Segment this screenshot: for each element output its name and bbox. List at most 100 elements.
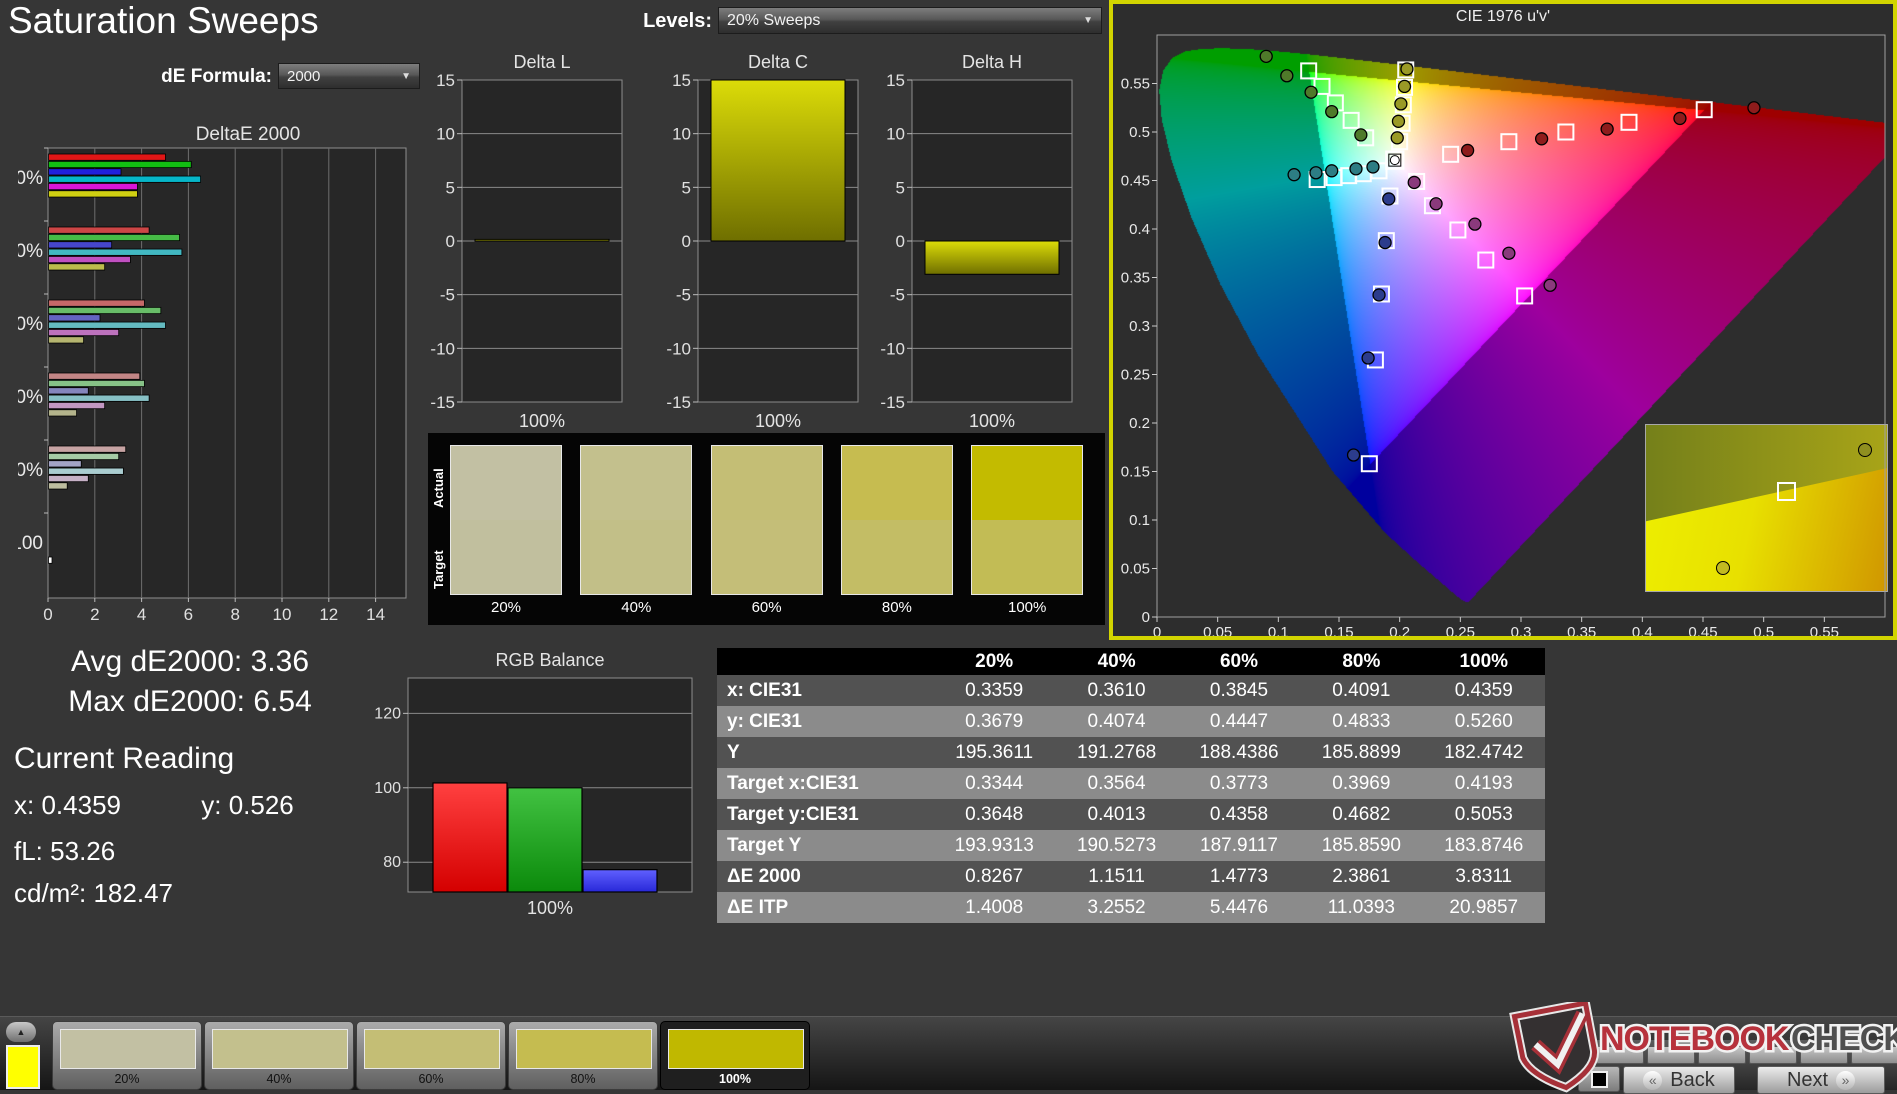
table-cell: 0.3773 bbox=[1209, 772, 1269, 794]
svg-text:100: 100 bbox=[18, 533, 43, 554]
svg-text:10: 10 bbox=[273, 605, 292, 624]
svg-text:-15: -15 bbox=[666, 393, 691, 412]
table-cell: 0.8267 bbox=[965, 865, 1024, 887]
swatch-target-20% bbox=[451, 520, 561, 594]
arrow-up-icon: ▲ bbox=[16, 1027, 26, 1037]
svg-text:0.45: 0.45 bbox=[1688, 624, 1717, 636]
swatch-label: 40% bbox=[621, 599, 652, 616]
table-cell: 0.4013 bbox=[1087, 803, 1146, 825]
rgb-bar-red bbox=[432, 782, 508, 893]
table-cell: 0.4682 bbox=[1332, 803, 1391, 825]
table-cell: 185.8899 bbox=[1321, 741, 1401, 763]
svg-text:-5: -5 bbox=[890, 286, 905, 305]
delta-e-bar-40%-red bbox=[48, 372, 141, 380]
table-cell: 2.3861 bbox=[1332, 865, 1391, 887]
svg-dl-bar bbox=[474, 238, 610, 242]
level-tile-100%[interactable]: 100% bbox=[660, 1021, 810, 1090]
swatch-target-100% bbox=[972, 520, 1083, 594]
svg-text:0.2: 0.2 bbox=[1129, 415, 1150, 432]
svg-text:0.35: 0.35 bbox=[1121, 270, 1150, 287]
swatch-actual-100% bbox=[972, 446, 1083, 520]
delta-e-bar-60%-green bbox=[48, 306, 162, 315]
swatch-target-60% bbox=[711, 520, 822, 594]
table-cell: 0.3648 bbox=[965, 803, 1024, 825]
table-row: Target Y 193.9313 190.5273 187.9117 185.8590… bbox=[717, 830, 1545, 861]
delta-l-chart: Delta L 15 10 5 0 -5 -10 -15 100% bbox=[430, 52, 623, 431]
svg-text:0.1: 0.1 bbox=[1129, 512, 1150, 529]
svg-text:0.3: 0.3 bbox=[1511, 624, 1532, 636]
svg-text:0.1: 0.1 bbox=[1268, 624, 1289, 636]
svg-text:100%: 100% bbox=[969, 411, 1015, 431]
swatch-80% bbox=[840, 445, 953, 595]
delta-e-bar-80%-magenta bbox=[48, 255, 131, 264]
delta-e-bar-100-red bbox=[48, 556, 53, 564]
delta-c-chart: Delta C 15 10 5 0 -5 -10 -15 100% bbox=[666, 52, 859, 431]
table-header-60%: 60% bbox=[1219, 650, 1258, 672]
tile-swatch-100% bbox=[668, 1029, 804, 1069]
table-cell: 0.3969 bbox=[1332, 772, 1391, 794]
level-tile-60%[interactable]: 60% bbox=[356, 1021, 506, 1090]
table-row-label: ΔE 2000 bbox=[727, 865, 801, 887]
table-cell: 3.2552 bbox=[1087, 896, 1146, 918]
svg-text:5: 5 bbox=[896, 178, 905, 197]
table-cell: 0.3845 bbox=[1209, 679, 1269, 701]
svg-text:0.5: 0.5 bbox=[1753, 624, 1774, 636]
svg-text:80: 80 bbox=[383, 854, 401, 871]
table-cell: 0.4833 bbox=[1332, 710, 1391, 732]
table-cell: 0.3344 bbox=[965, 772, 1024, 794]
table-cell: 193.9313 bbox=[954, 834, 1034, 856]
delta-e-bar-100%-green bbox=[48, 160, 192, 169]
actual-target-swatch-strip: Actual Target 20% 40% 60% 80% 100% bbox=[428, 433, 1105, 625]
max-de2000-stat: Max dE2000: 6.54 bbox=[68, 685, 312, 718]
table-row: y: CIE31 0.3679 0.4074 0.4447 0.4833 0.5260 bbox=[717, 706, 1545, 737]
inset-measured-dot bbox=[1716, 560, 1731, 575]
svg-text:5: 5 bbox=[446, 178, 455, 197]
level-tile-20%[interactable]: 20% bbox=[52, 1021, 202, 1090]
expand-panel-button[interactable]: ▲ bbox=[6, 1022, 36, 1042]
delta-e-bar-40%-cyan bbox=[48, 394, 150, 402]
delta-e-bar-40%-green bbox=[48, 379, 145, 388]
tile-label: 100% bbox=[719, 1072, 751, 1086]
page-title: Saturation Sweeps bbox=[8, 0, 319, 41]
svg-text:2: 2 bbox=[90, 605, 99, 624]
table-row-label: Target y:CIE31 bbox=[727, 803, 859, 825]
table-cell: 190.5273 bbox=[1076, 834, 1157, 856]
logo-text-check: CHECK bbox=[1791, 1020, 1897, 1058]
tile-label: 20% bbox=[114, 1072, 140, 1086]
delta-e-bar-40%-yellow bbox=[48, 409, 77, 417]
measurement-table: 20% 40% 60% 80% 100% x: CIE31 0.3359 0.3610 0.38… bbox=[717, 648, 1545, 923]
tile-label: 80% bbox=[570, 1072, 596, 1086]
svg-text:100%: 100% bbox=[519, 411, 565, 431]
svg-text:0.25: 0.25 bbox=[1446, 624, 1475, 636]
level-tile-40%[interactable]: 40% bbox=[204, 1021, 354, 1090]
svg-text:15: 15 bbox=[672, 71, 691, 90]
inset-target-square bbox=[1776, 482, 1796, 502]
cie-diagram-panel[interactable]: CIE 1976 u'v' 0 0 0.05 0.05 0.1 0.1 0.15 0.15 0.… bbox=[1109, 0, 1897, 640]
levels-dropdown[interactable]: 20% Sweeps ▼ bbox=[718, 7, 1102, 34]
svg-text:0: 0 bbox=[1142, 609, 1150, 626]
table-cell: 182.4742 bbox=[1444, 741, 1524, 763]
rgb-balance-chart: RGB Balance 80 100 120 100% bbox=[374, 652, 693, 918]
svg-text:Delta L: Delta L bbox=[513, 52, 570, 72]
level-tile-80%[interactable]: 80% bbox=[508, 1021, 658, 1090]
table-cell: 1.1511 bbox=[1088, 865, 1145, 887]
table-cell: 183.8746 bbox=[1444, 834, 1524, 856]
delta-e-bar-80%-green bbox=[48, 233, 180, 242]
delta-e-bar-60%-blue bbox=[48, 314, 101, 322]
svg-text:Delta H: Delta H bbox=[962, 52, 1022, 72]
de-formula-dropdown[interactable]: 2000 ▼ bbox=[278, 63, 420, 89]
svg-text:0.35: 0.35 bbox=[1567, 624, 1596, 636]
table-cell: 0.4359 bbox=[1454, 679, 1513, 701]
svg-text:-15: -15 bbox=[430, 393, 455, 412]
table-cell: 0.3610 bbox=[1087, 679, 1146, 701]
table-row-label: x: CIE31 bbox=[727, 679, 802, 701]
current-xy-stat: x: 0.4359 y: 0.526 bbox=[14, 790, 294, 820]
svg-text:100%: 100% bbox=[755, 411, 801, 431]
svg-text:10: 10 bbox=[886, 125, 905, 144]
swatch-100% bbox=[971, 445, 1084, 595]
svg-text:0.05: 0.05 bbox=[1121, 561, 1150, 578]
de-formula-label: dE Formula: bbox=[161, 66, 272, 87]
current-color-swatch[interactable] bbox=[6, 1045, 40, 1089]
svg-dc-bar bbox=[710, 79, 846, 242]
avg-de2000-stat: Avg dE2000: 3.36 bbox=[71, 645, 309, 678]
